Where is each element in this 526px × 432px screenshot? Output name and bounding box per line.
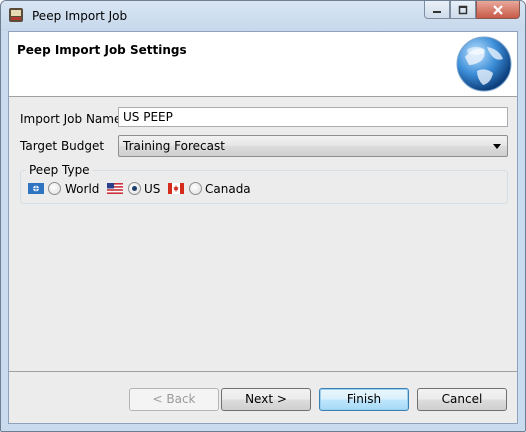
back-button[interactable]: < Back: [129, 388, 219, 411]
radio-us-label[interactable]: US: [144, 182, 160, 196]
close-icon: [493, 4, 503, 15]
target-budget-selected: Training Forecast: [123, 139, 225, 153]
finish-button[interactable]: Finish: [319, 388, 409, 411]
page-title: Peep Import Job Settings: [17, 43, 187, 57]
radio-canada[interactable]: [189, 182, 202, 195]
world-flag-icon: [28, 183, 44, 194]
globe-icon: [456, 36, 512, 92]
import-job-name-label: Import Job Name: [20, 112, 122, 126]
close-button[interactable]: [476, 1, 520, 19]
minimize-button[interactable]: [424, 1, 450, 19]
target-budget-label: Target Budget: [20, 139, 105, 153]
next-button[interactable]: Next >: [221, 388, 311, 411]
canada-flag-icon: [168, 183, 184, 194]
import-job-name-input[interactable]: [118, 107, 508, 127]
radio-world[interactable]: [48, 182, 61, 195]
dialog-window: Peep Import Job Peep Import Job Settings: [0, 0, 526, 432]
footer-divider: [9, 371, 517, 372]
app-icon: [9, 8, 23, 22]
minimize-icon: [433, 10, 441, 13]
radio-world-label[interactable]: World: [65, 182, 99, 196]
us-flag-icon: [107, 183, 123, 194]
radio-canada-label[interactable]: Canada: [205, 182, 251, 196]
peep-type-legend: Peep Type: [26, 163, 93, 177]
dropdown-arrow-icon[interactable]: [493, 144, 501, 149]
title-bar[interactable]: Peep Import Job: [1, 1, 525, 31]
target-budget-dropdown[interactable]: Training Forecast: [118, 135, 508, 157]
wizard-header: Peep Import Job Settings: [9, 32, 517, 97]
dialog-content: Peep Import Job Settings Import Job Name…: [8, 31, 518, 424]
window-controls: [424, 1, 520, 21]
maximize-icon: [458, 5, 468, 14]
cancel-button[interactable]: Cancel: [417, 388, 507, 411]
window-title: Peep Import Job: [32, 9, 128, 23]
maximize-button[interactable]: [450, 1, 476, 19]
radio-us[interactable]: [128, 182, 141, 195]
